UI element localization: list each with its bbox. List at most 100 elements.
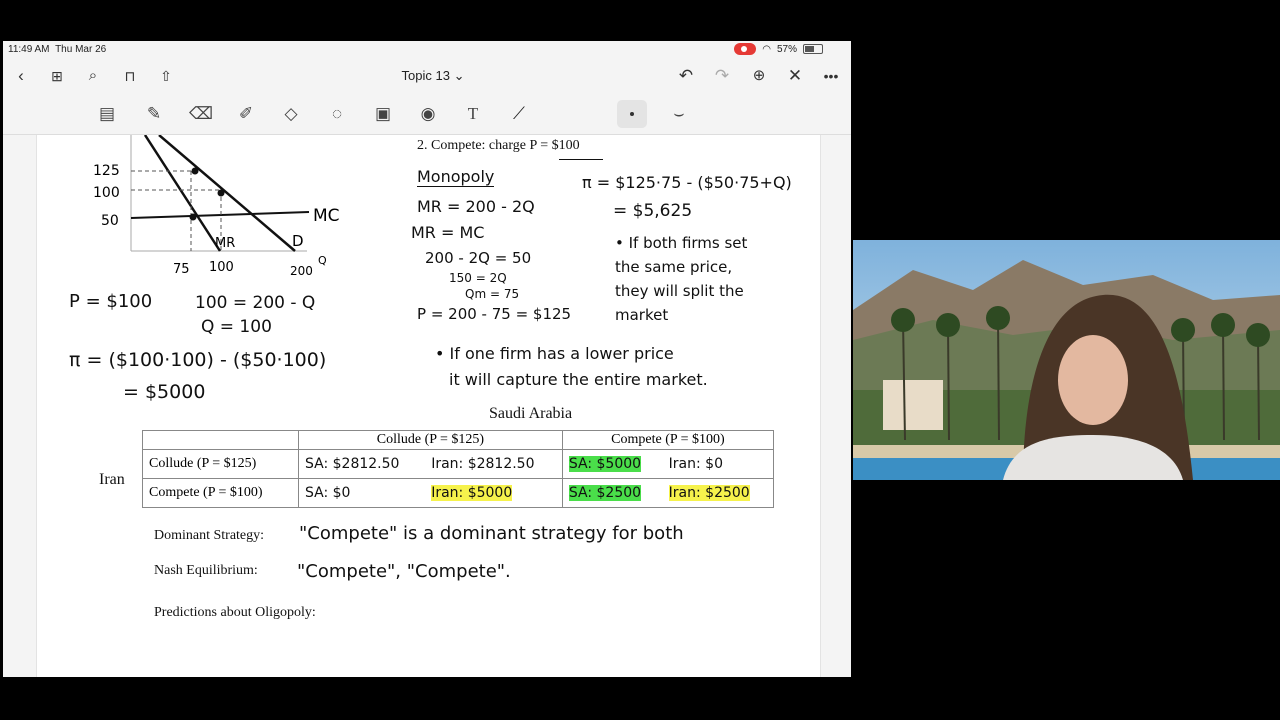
col-header-compete: Compete (P = $100): [561, 430, 775, 450]
battery-icon: [803, 44, 823, 54]
d-label: D: [292, 232, 304, 250]
image-icon[interactable]: ▣: [372, 103, 394, 125]
screen-record-icon: [734, 43, 757, 55]
mr-mc-eq: MR = MC: [411, 223, 485, 242]
grid-icon[interactable]: ⊞: [47, 66, 67, 86]
monopoly-price: P = 200 - 75 = $125: [417, 305, 572, 323]
mr-label: MR: [215, 236, 235, 251]
shapes-icon[interactable]: ◇: [280, 103, 302, 125]
header-row: Collude (P = $125) Compete (P = $100): [142, 430, 775, 450]
cell-sa-collude-collude: SA: $2812.50: [305, 455, 400, 472]
point-mr-mc: [189, 213, 197, 221]
cell-sa-compete-collude: SA: $0: [305, 484, 351, 501]
rule-compete: 2. Compete: charge P = $100: [417, 138, 580, 153]
y-label-50: 50: [101, 213, 119, 229]
highlighter-icon[interactable]: ✐: [235, 103, 257, 125]
row-header-compete: Compete (P = $100): [142, 478, 299, 508]
bullet2-line2: it will capture the entire market.: [449, 370, 708, 389]
cell-iran-compete-compete: Iran: $2500: [668, 484, 750, 501]
point-monopoly: [191, 167, 199, 175]
more-icon[interactable]: •••: [821, 66, 841, 86]
row-collude: Collude (P = $125) SA: $2812.50 Iran: $2…: [142, 449, 774, 479]
close-icon[interactable]: ✕: [785, 66, 805, 86]
search-icon[interactable]: ⌕: [83, 66, 103, 86]
notebook-page[interactable]: 2. Compete: charge P = $100 125 100 50 7…: [36, 135, 821, 677]
laser-pointer-icon[interactable]: ⟋: [508, 103, 530, 125]
bullet-lower-price: • If one firm has a lower price it will …: [435, 341, 708, 393]
point-competitive: [217, 189, 225, 197]
dominant-strategy-answer: "Compete" is a dominant strategy for bot…: [299, 523, 684, 544]
x-label-200: 200: [290, 264, 313, 278]
reader-icon[interactable]: ▤: [96, 103, 118, 125]
solve-eq2: 150 = 2Q: [449, 271, 507, 285]
back-chevron-icon[interactable]: ‹: [11, 66, 31, 86]
quantity-line: Q = 100: [201, 317, 272, 337]
mr-line: [143, 135, 222, 252]
row-player-label: Iran: [99, 471, 125, 488]
bullet-same-price: • If both firms set the same price, they…: [615, 231, 747, 327]
col-header-collude: Collude (P = $125): [298, 430, 563, 450]
eraser-icon[interactable]: ⌫: [189, 103, 213, 125]
text-tool-icon[interactable]: T: [462, 103, 484, 125]
ipad-screen: 11:49 AM Thu Mar 26 ◠ 57% ‹ ⊞ ⌕ ⊓ ⇧ Topi…: [3, 41, 851, 677]
building: [883, 380, 943, 430]
row-header-collude: Collude (P = $125): [142, 449, 299, 479]
undo-icon[interactable]: ↶: [676, 66, 696, 86]
nash-label: Nash Equilibrium:: [154, 563, 258, 578]
wifi-icon: ◠: [762, 43, 771, 55]
cell-iran-compete-collude: Iran: $5000: [431, 484, 513, 501]
bookmark-icon[interactable]: ⊓: [120, 66, 140, 86]
pen-icon[interactable]: ✎: [143, 103, 165, 125]
demand-eq: 100 = 200 - Q: [195, 293, 316, 313]
nav-bar: ‹ ⊞ ⌕ ⊓ ⇧ Topic 13 ⌄ ↶ ↷ ⊕ ✕ •••: [3, 58, 851, 94]
bullet1-line4: market: [615, 306, 669, 324]
add-page-icon[interactable]: ⊕: [749, 66, 769, 86]
monopoly-profit-calc: π = $125·75 - ($50·75+Q): [582, 173, 792, 192]
solve-eq: 200 - 2Q = 50: [425, 249, 532, 267]
cell-sa-collude-compete: SA: $5000: [568, 455, 642, 472]
bullet1-line1: • If both firms set: [615, 234, 748, 252]
dot-size-option[interactable]: [617, 100, 647, 128]
redo-icon[interactable]: ↷: [712, 66, 732, 86]
monopoly-profit-result: = $5,625: [613, 201, 693, 221]
cell-sa-compete-compete: SA: $2500: [568, 484, 642, 501]
mc-label: MC: [313, 206, 340, 226]
x-label-100: 100: [209, 260, 234, 275]
demand-line: [158, 135, 296, 252]
dominant-strategy-label: Dominant Strategy:: [154, 528, 265, 543]
webcam-feed: [853, 240, 1280, 480]
webcam-background: [853, 240, 1280, 480]
lasso-icon[interactable]: ◌: [326, 103, 348, 125]
bullet2-line1: • If one firm has a lower price: [435, 344, 674, 363]
stroke-style-icon[interactable]: ⌣: [668, 103, 690, 125]
row-compete: Compete (P = $100) SA: $0 Iran: $5000 SA…: [142, 478, 774, 508]
payoff-matrix: Collude (P = $125) Compete (P = $100) Co…: [142, 430, 775, 508]
profit-calc: π = ($100·100) - ($50·100): [69, 349, 327, 371]
mc-line: [130, 211, 310, 219]
cell-iran-collude-collude: Iran: $2812.50: [431, 455, 535, 472]
battery-percent: 57%: [776, 43, 797, 55]
nash-answer: "Compete", "Compete".: [297, 561, 511, 582]
price-line: P = $100: [69, 291, 153, 312]
column-player-label: Saudi Arabia: [489, 405, 573, 422]
person-face: [1058, 335, 1128, 425]
bullet1-line3: they will split the: [615, 282, 744, 300]
predictions-label: Predictions about Oligopoly:: [154, 605, 316, 620]
demand-graph: 125 100 50 75 100 200 MC MR D Q: [93, 135, 340, 278]
cell-iran-collude-compete: Iran: $0: [668, 455, 723, 472]
status-date: Thu Mar 26: [55, 44, 107, 55]
camera-icon[interactable]: ◉: [417, 103, 439, 125]
status-time: 11:49 AM: [8, 44, 50, 55]
y-label-100: 100: [93, 185, 120, 201]
document-title[interactable]: Topic 13 ⌄: [353, 68, 513, 84]
x-label-75: 75: [173, 262, 190, 277]
bullet1-line2: the same price,: [615, 258, 733, 276]
monopoly-heading: Monopoly: [417, 167, 495, 187]
status-bar: 11:49 AM Thu Mar 26 ◠ 57%: [3, 41, 851, 58]
profit-result: = $5000: [123, 381, 206, 403]
qm-line: Qm = 75: [465, 287, 520, 301]
y-label-125: 125: [93, 163, 120, 179]
share-icon[interactable]: ⇧: [156, 66, 176, 86]
mr-eq: MR = 200 - 2Q: [417, 197, 535, 216]
tool-bar: ▤ ✎ ⌫ ✐ ◇ ◌ ▣ ◉ T ⟋ ⌣: [3, 94, 851, 135]
